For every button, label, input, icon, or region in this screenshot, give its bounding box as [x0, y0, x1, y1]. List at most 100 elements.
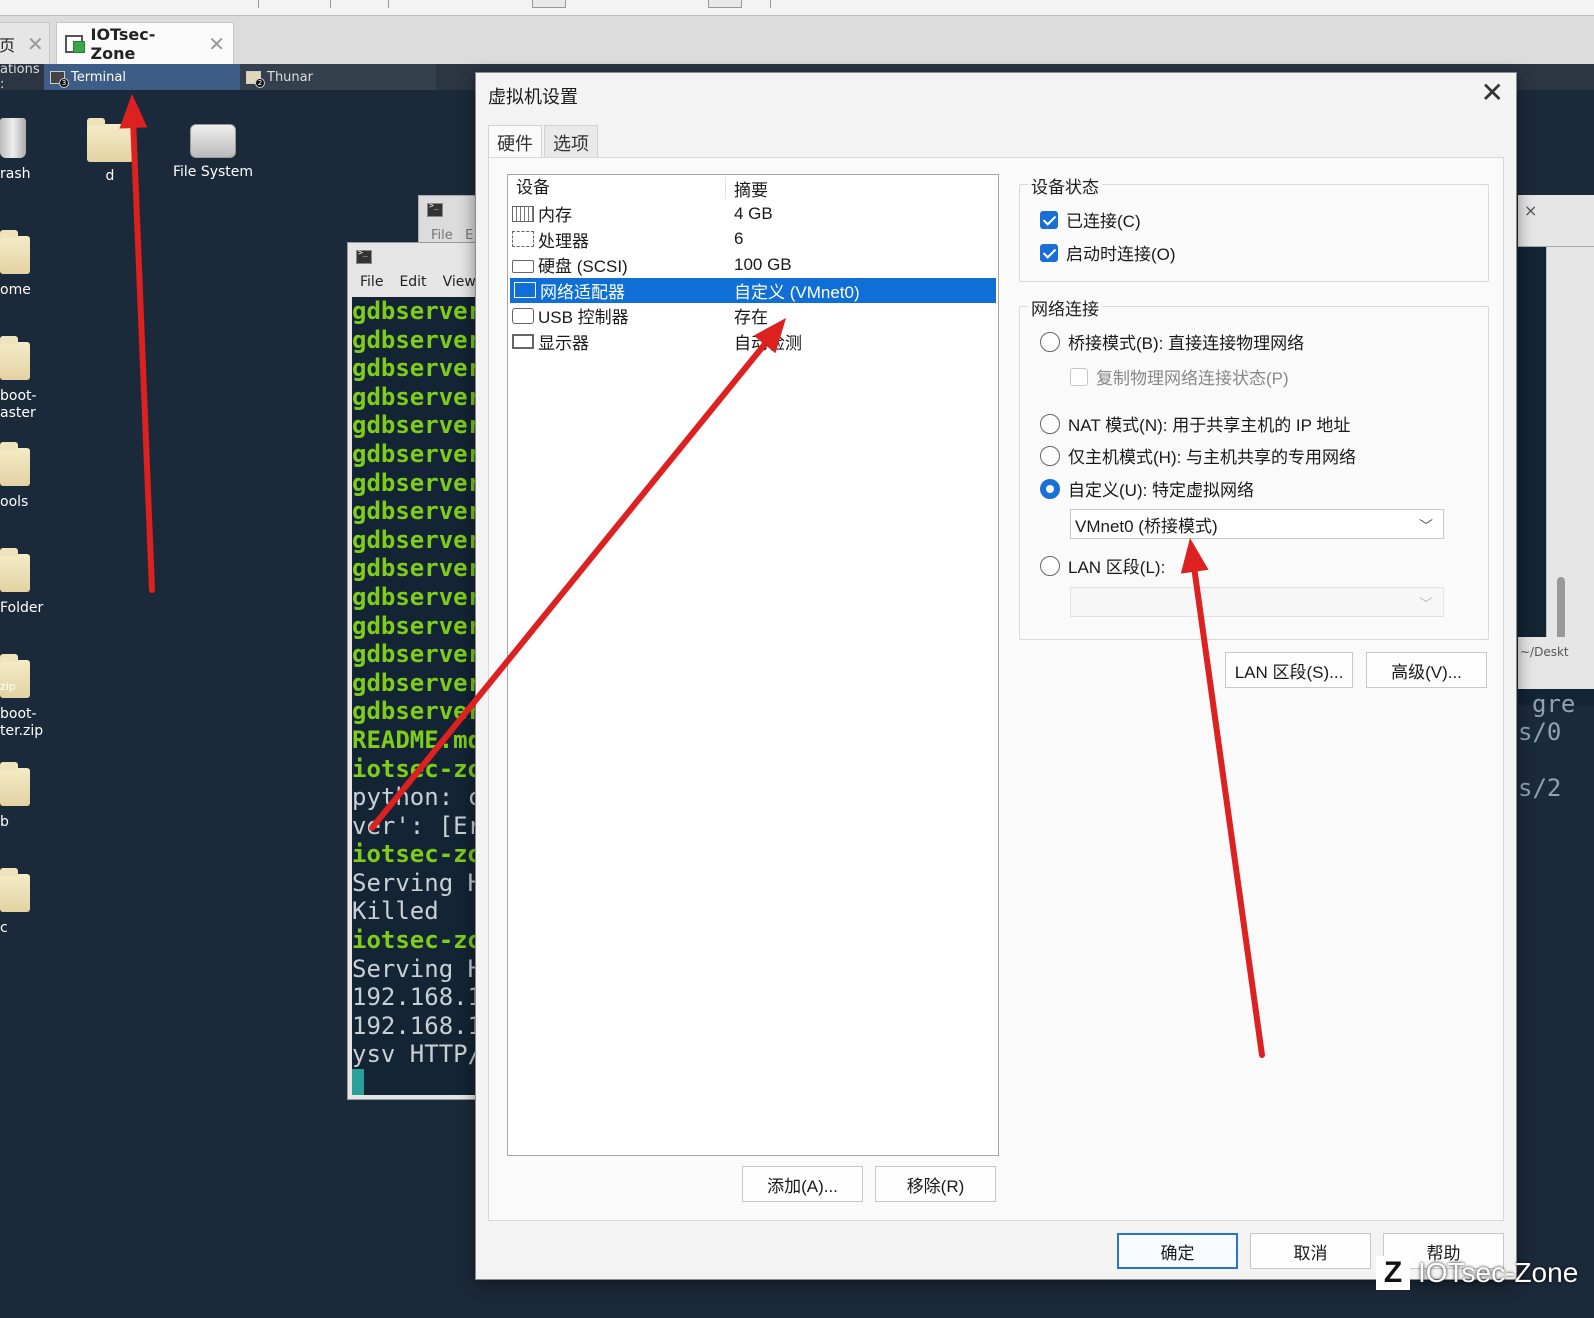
panel-applications-menu[interactable]: ations :	[0, 62, 44, 92]
lan-segments-button[interactable]: LAN 区段(S)...	[1225, 652, 1353, 688]
window-title-fragment: ~/Deskt	[1518, 637, 1594, 689]
desktop-icon-label: rash	[0, 166, 31, 182]
device-name: USB 控制器	[538, 308, 629, 328]
folder-icon	[0, 336, 30, 380]
device-summary: 100 GB	[734, 254, 792, 274]
column-header-summary[interactable]: 摘要	[726, 176, 768, 201]
dialog-title: 虚拟机设置	[488, 87, 578, 107]
desktop-icon-label: ools	[0, 494, 29, 510]
tab-iotsec-zone[interactable]: IOTsec-Zone ✕	[56, 22, 234, 64]
ok-button[interactable]: 确定	[1117, 1233, 1238, 1269]
bridged-mode-radio[interactable]: 桥接模式(B): 直接连接物理网络	[1040, 329, 1304, 354]
watermark-logo-icon: Z	[1376, 1256, 1410, 1290]
close-icon[interactable]: ✕	[1481, 77, 1504, 109]
menu-view[interactable]: View	[443, 274, 476, 290]
lan-segment-radio[interactable]: LAN 区段(L):	[1040, 553, 1165, 578]
annotation-arrow-shaft	[130, 124, 155, 593]
toolbar-button[interactable]	[708, 0, 742, 8]
terminal-titlebar	[348, 243, 481, 269]
toolbar-separator	[770, 0, 771, 8]
panel-item-label: ations :	[0, 62, 40, 92]
toolbar-button[interactable]	[532, 0, 566, 8]
checkbox-unchecked-icon	[1070, 367, 1088, 386]
desktop-icon-label: Folder	[0, 600, 44, 616]
close-icon[interactable]: ×	[1524, 201, 1537, 220]
device-status-group: 设备状态 已连接(C) 启动时连接(O)	[1019, 173, 1489, 282]
desktop-icon-boot-zip[interactable]: zip boot- ter.zip	[0, 654, 60, 740]
device-row-display[interactable]: 显示器 自动检测	[508, 329, 998, 355]
desktop-icon-folder[interactable]: Folder	[0, 548, 60, 617]
remove-device-button[interactable]: 移除(R)	[875, 1166, 996, 1202]
terminal-window[interactable]: File Edit View gdbservergdbservergdbserv…	[347, 242, 482, 1100]
desktop-icon-d[interactable]: d	[55, 118, 165, 185]
memory-icon	[512, 205, 534, 222]
terminal-line: ver': [Er	[352, 811, 481, 840]
terminal-line: gdbserver	[352, 382, 481, 411]
device-summary: 存在	[734, 308, 768, 328]
terminal-window-right[interactable]: × ~/Deskt	[1518, 195, 1594, 705]
column-header-device[interactable]: 设备	[508, 177, 726, 199]
terminal-line: iotsec-zo	[352, 754, 481, 783]
tab-home[interactable]: 页 ✕	[0, 22, 50, 64]
checkbox-checked-icon	[1040, 243, 1058, 262]
device-name: 硬盘 (SCSI)	[538, 257, 628, 277]
lan-segment-select[interactable]: ﹀	[1070, 587, 1444, 617]
terminal-menubar: File E	[431, 228, 474, 243]
terminal-line: 192.168.1	[352, 983, 481, 1012]
terminal-line: gdbserver	[352, 468, 481, 497]
panel-task-terminal[interactable]: 3 Terminal	[44, 64, 240, 90]
folder-icon	[0, 868, 30, 912]
add-device-button[interactable]: 添加(A)...	[742, 1166, 863, 1202]
checkbox-label: 已连接(C)	[1066, 212, 1141, 231]
device-row-memory[interactable]: 内存 4 GB	[508, 201, 998, 227]
device-row-processor[interactable]: 处理器 6	[508, 227, 998, 253]
desktop-icon-b[interactable]: b	[0, 762, 60, 831]
radio-icon	[1040, 555, 1060, 576]
zip-badge: zip	[0, 680, 16, 693]
terminal-line: gdbserver	[352, 354, 481, 383]
device-list[interactable]: 设备 摘要 内存 4 GB 处理器 6 硬盘 (SCSI) 100 GB 网络适…	[507, 174, 999, 1156]
advanced-button[interactable]: 高级(V)...	[1366, 652, 1487, 688]
device-row-network-adapter[interactable]: 网络适配器 自定义 (VMnet0)	[510, 277, 996, 303]
panel-item-label: Terminal	[71, 69, 126, 85]
host-toolbar	[0, 0, 1594, 16]
desktop-icon-trash[interactable]: rash	[0, 118, 60, 183]
watermark-text: IOTsec-Zone	[1418, 1257, 1579, 1288]
desktop-icon-home[interactable]: ome	[0, 230, 60, 299]
terminal-line: gdbserver	[352, 439, 481, 468]
connected-checkbox[interactable]: 已连接(C)	[1040, 207, 1141, 232]
desktop-icon-file-system[interactable]: File System	[158, 124, 268, 181]
terminal-output[interactable]: gdbserver gdbserver gdbserver gdbserver gdbs…	[352, 297, 481, 1095]
desktop-icon-label: ome	[0, 282, 31, 298]
close-icon[interactable]: ✕	[27, 32, 44, 56]
replicate-physical-state-checkbox[interactable]: 复制物理网络连接状态(P)	[1070, 364, 1289, 389]
connect-at-power-on-checkbox[interactable]: 启动时连接(O)	[1040, 240, 1176, 265]
terminal-line: python: c	[352, 783, 481, 812]
menu-file[interactable]: File	[360, 274, 383, 290]
device-row-hard-disk[interactable]: 硬盘 (SCSI) 100 GB	[508, 252, 998, 278]
terminal-line: gdbserver	[352, 297, 481, 325]
close-icon[interactable]: ✕	[208, 32, 225, 56]
nat-mode-radio[interactable]: NAT 模式(N): 用于共享主机的 IP 地址	[1040, 411, 1350, 436]
desktop-icon-boot-master[interactable]: boot- aster	[0, 336, 60, 422]
terminal-line: gdbserver	[352, 668, 481, 697]
hard-drive-icon	[190, 124, 236, 158]
panel-task-thunar[interactable]: 2 Thunar	[240, 64, 436, 90]
scrollbar[interactable]	[1546, 247, 1594, 687]
terminal-line: gdbserver	[352, 525, 481, 554]
terminal-line: gdbserver	[352, 611, 481, 640]
device-summary: 6	[734, 229, 744, 249]
desktop-icon-c[interactable]: c	[0, 868, 60, 937]
desktop-icon-tools[interactable]: ools	[0, 442, 60, 511]
trash-icon	[0, 118, 26, 158]
device-summary: 自定义 (VMnet0)	[734, 282, 860, 302]
device-row-usb-controller[interactable]: USB 控制器 存在	[508, 303, 998, 329]
toolbar-separator	[258, 0, 259, 8]
window-count-badge: 2	[255, 77, 265, 88]
cancel-button[interactable]: 取消	[1250, 1233, 1371, 1269]
custom-network-radio[interactable]: 自定义(U): 特定虚拟网络	[1040, 476, 1254, 501]
radio-icon	[1040, 413, 1060, 434]
custom-network-select[interactable]: VMnet0 (桥接模式) ﹀	[1070, 509, 1444, 539]
host-only-mode-radio[interactable]: 仅主机模式(H): 与主机共享的专用网络	[1040, 443, 1356, 468]
menu-edit[interactable]: Edit	[399, 274, 426, 290]
